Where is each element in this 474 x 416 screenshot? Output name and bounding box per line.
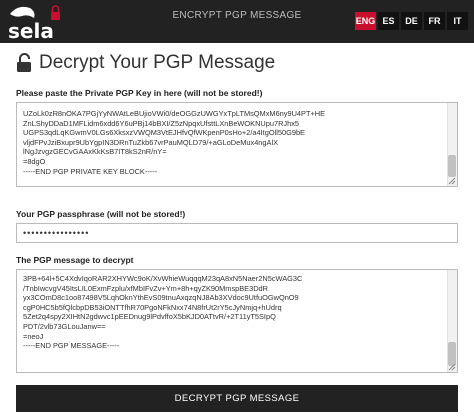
lang-eng[interactable]: ENG: [355, 12, 376, 30]
sela-logo[interactable]: sela: [4, 2, 70, 42]
page-title: Decrypt Your PGP Message: [39, 52, 276, 73]
scroll-thumb[interactable]: [448, 155, 456, 177]
message-textarea[interactable]: 3PB+64l+5C4XdvIqoRAR2XHYWc9oK/XvWhieWuqq…: [16, 269, 458, 373]
private-key-scrollbar[interactable]: [447, 103, 457, 186]
lang-es[interactable]: ES: [378, 12, 399, 30]
lang-fr[interactable]: FR: [424, 12, 445, 30]
page-heading: Decrypt Your PGP Message: [16, 50, 275, 76]
message-label: The PGP message to decrypt: [16, 255, 134, 265]
lang-de[interactable]: DE: [401, 12, 422, 30]
unlock-icon: [17, 53, 31, 72]
private-key-textarea[interactable]: UZoLk0zR8nOKA7PGjYyNWAtLeBUjioVWi0/deOGG…: [16, 102, 458, 187]
language-switcher: ENG ES DE FR IT: [355, 12, 468, 30]
resize-handle-icon[interactable]: [448, 363, 456, 371]
decrypt-button[interactable]: DECRYPT PGP MESSAGE: [16, 385, 458, 412]
top-bar: sela ENCRYPT PGP MESSAGE ENG ES DE FR IT: [0, 0, 474, 43]
private-key-text[interactable]: UZoLk0zR8nOKA7PGjYyNWAtLeBUjioVWi0/deOGG…: [17, 109, 447, 176]
lang-it[interactable]: IT: [447, 12, 468, 30]
passphrase-input[interactable]: ••••••••••••••••: [16, 223, 458, 243]
passphrase-label: Your PGP passphrase (will not be stored!…: [16, 209, 186, 219]
private-key-label: Please paste the Private PGP Key in here…: [16, 88, 263, 98]
svg-text:sela: sela: [8, 19, 54, 42]
resize-handle-icon[interactable]: [448, 177, 456, 185]
message-scrollbar[interactable]: [447, 270, 457, 372]
message-text[interactable]: 3PB+64l+5C4XdvIqoRAR2XHYWc9oK/XvWhieWuqq…: [17, 274, 447, 351]
